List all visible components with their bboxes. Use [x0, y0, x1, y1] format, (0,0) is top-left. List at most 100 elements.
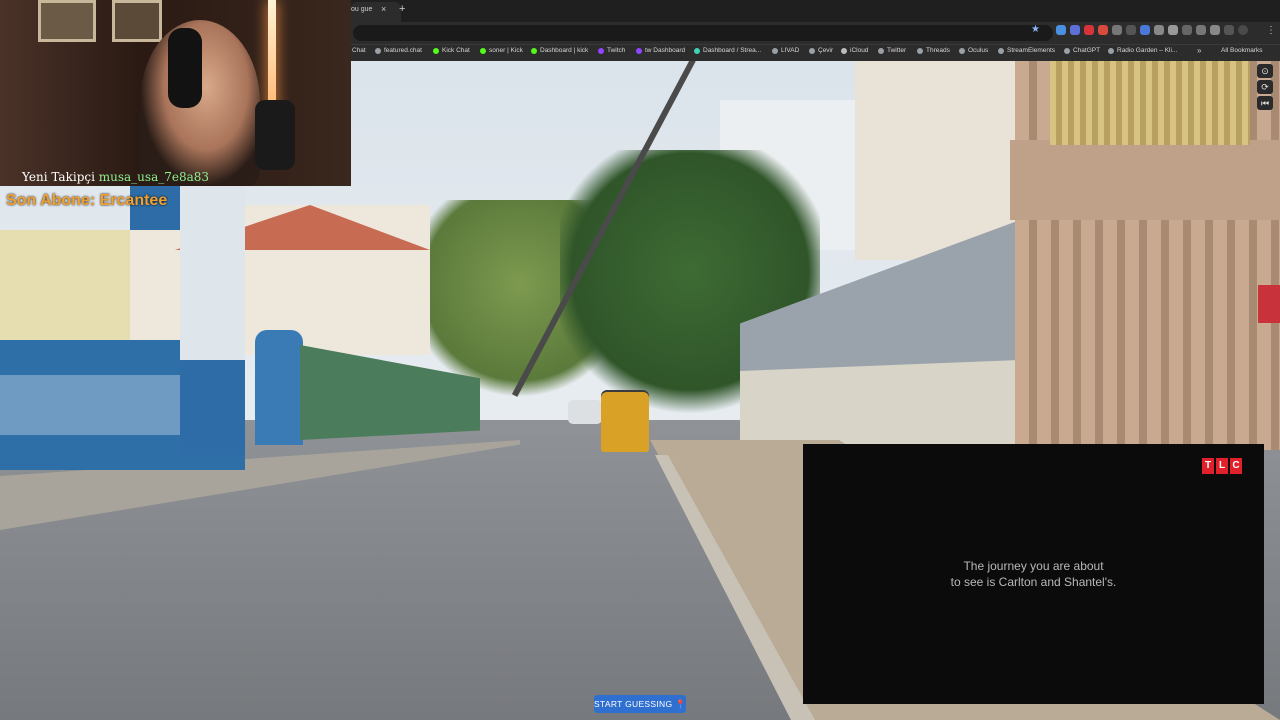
- url-input[interactable]: [353, 25, 1053, 41]
- bookmark-item[interactable]: Threads: [917, 47, 950, 54]
- extension-icon[interactable]: [1196, 25, 1206, 35]
- extension-icon[interactable]: [1140, 25, 1150, 35]
- tlc-logo: T L C: [1202, 458, 1242, 474]
- gold-railing: [1050, 60, 1250, 145]
- globe-icon: [772, 47, 778, 54]
- start-guessing-button[interactable]: START GUESSING 📍: [594, 695, 686, 713]
- building-right: [855, 60, 1015, 260]
- bookmark-label: Chat: [352, 47, 366, 54]
- menu-icon[interactable]: ⋮: [1266, 25, 1276, 36]
- kick-icon: [433, 47, 439, 54]
- globe-icon: [959, 47, 965, 54]
- bookmark-label: iCloud: [850, 47, 869, 54]
- extension-icon[interactable]: [1224, 25, 1234, 35]
- balustrade-cap: [1010, 140, 1280, 220]
- bookmark-item[interactable]: ChatGPT: [1064, 47, 1100, 54]
- bookmark-label: Kick Chat: [442, 47, 470, 54]
- bookmark-label: tw Dashboard: [645, 47, 686, 54]
- new-tab-icon[interactable]: +: [399, 3, 405, 15]
- extension-icon[interactable]: [1070, 25, 1080, 35]
- bookmark-label: Radio Garden – Kli...: [1117, 47, 1178, 54]
- bookmark-label: StreamElements: [1007, 47, 1056, 54]
- bookmark-item[interactable]: Twitch: [598, 47, 625, 54]
- address-bar: ★ ⋮: [351, 22, 1280, 44]
- bookmark-label: Oculus: [968, 47, 989, 54]
- globe-icon: [1108, 47, 1114, 54]
- bookmark-label: Twitch: [607, 47, 626, 54]
- video-caption: The journey you are about to see is Carl…: [803, 558, 1264, 590]
- bookmark-label: featured.chat: [384, 47, 422, 54]
- bookmark-item[interactable]: soner | Kick: [480, 47, 523, 54]
- extension-icon[interactable]: [1210, 25, 1220, 35]
- bookmark-item[interactable]: iCloud: [841, 47, 868, 54]
- browser-tab[interactable]: ou gue ×: [351, 2, 401, 22]
- new-follower-alert: Yeni Takipçi musa_usa_7e8a83: [22, 170, 209, 184]
- pin-icon: 📍: [675, 699, 686, 709]
- extension-icon[interactable]: [1098, 25, 1108, 35]
- bookmark-label: Threads: [926, 47, 950, 54]
- back-to-start-icon[interactable]: ⏮: [1257, 96, 1273, 110]
- bookmarks-more-icon[interactable]: »: [1197, 46, 1201, 55]
- bookmark-item[interactable]: Dashboard / Strea...: [694, 47, 761, 54]
- bookmark-item[interactable]: featured.chat: [375, 47, 422, 54]
- extension-icon[interactable]: [1112, 25, 1122, 35]
- bookmark-item[interactable]: Chat: [352, 47, 366, 54]
- tuktuk: [601, 392, 649, 452]
- bookmark-label: Dashboard / Strea...: [703, 47, 762, 54]
- microphone: [255, 100, 295, 170]
- blue-gate: [255, 330, 303, 445]
- video-player[interactable]: T L C The journey you are about to see i…: [803, 444, 1264, 704]
- extension-icon[interactable]: [1126, 25, 1136, 35]
- follower-name: musa_usa_7e8a83: [98, 170, 210, 184]
- twitch-icon: [598, 47, 604, 54]
- globe-icon: [809, 47, 815, 54]
- bookmark-label: Twitter: [887, 47, 907, 54]
- tab-bar: ou gue × +: [351, 0, 1280, 22]
- headphones: [168, 28, 202, 108]
- twitch-icon: [636, 47, 642, 54]
- bookmark-item[interactable]: LIVAD: [772, 47, 799, 54]
- bookmark-label: Dashboard | kick: [540, 47, 589, 54]
- red-sign: [1258, 285, 1280, 323]
- bookmarks-bar: Chat featured.chat Kick Chat soner | Kic…: [351, 44, 1280, 61]
- refresh-icon[interactable]: ⟳: [1257, 80, 1273, 94]
- globe-icon: [1064, 47, 1070, 54]
- caption-line: to see is Carlton and Shantel's.: [950, 575, 1117, 589]
- bookmark-item[interactable]: Dashboard | kick: [531, 47, 588, 54]
- start-guessing-label: START GUESSING: [594, 699, 673, 709]
- bookmark-star-icon[interactable]: ★: [1031, 24, 1040, 35]
- close-icon[interactable]: ×: [381, 4, 386, 14]
- picture-frame: [38, 0, 96, 42]
- bookmark-item[interactable]: Çevir: [809, 47, 833, 54]
- globe-icon: [878, 47, 884, 54]
- pillar-base: [180, 360, 245, 455]
- apple-icon: [841, 47, 847, 54]
- extension-icon[interactable]: [1056, 25, 1066, 35]
- extension-icon[interactable]: [1182, 25, 1192, 35]
- extension-icon[interactable]: [1168, 25, 1178, 35]
- follower-label: Yeni Takipçi: [22, 170, 95, 184]
- extension-icon[interactable]: [1154, 25, 1164, 35]
- last-subscriber: Son Abone: Ercantee: [6, 192, 168, 209]
- picture-frame: [112, 0, 162, 42]
- extension-icon[interactable]: [1084, 25, 1094, 35]
- bookmark-label: LIVAD: [781, 47, 800, 54]
- globe-icon: [917, 47, 923, 54]
- bookmark-item[interactable]: tw Dashboard: [636, 47, 685, 54]
- all-bookmarks[interactable]: All Bookmarks: [1221, 47, 1263, 54]
- bookmark-item[interactable]: StreamElements: [998, 47, 1055, 54]
- bookmark-item[interactable]: Radio Garden – Kli...: [1108, 47, 1177, 54]
- bookmark-item[interactable]: Twitter: [878, 47, 906, 54]
- compass-icon[interactable]: ⊙: [1257, 64, 1273, 78]
- bookmark-label: soner | Kick: [489, 47, 523, 54]
- bookmark-item[interactable]: Kick Chat: [433, 47, 470, 54]
- extensions: [1056, 25, 1248, 35]
- logo-letter: C: [1230, 458, 1242, 474]
- webcam-overlay: Yeni Takipçi musa_usa_7e8a83: [0, 0, 351, 186]
- globe-icon: [375, 47, 381, 54]
- globe-icon: [998, 47, 1004, 54]
- profile-avatar[interactable]: [1238, 25, 1248, 35]
- bookmark-item[interactable]: Oculus: [959, 47, 988, 54]
- streamelements-icon: [694, 47, 700, 54]
- tab-title: ou gue: [351, 6, 373, 13]
